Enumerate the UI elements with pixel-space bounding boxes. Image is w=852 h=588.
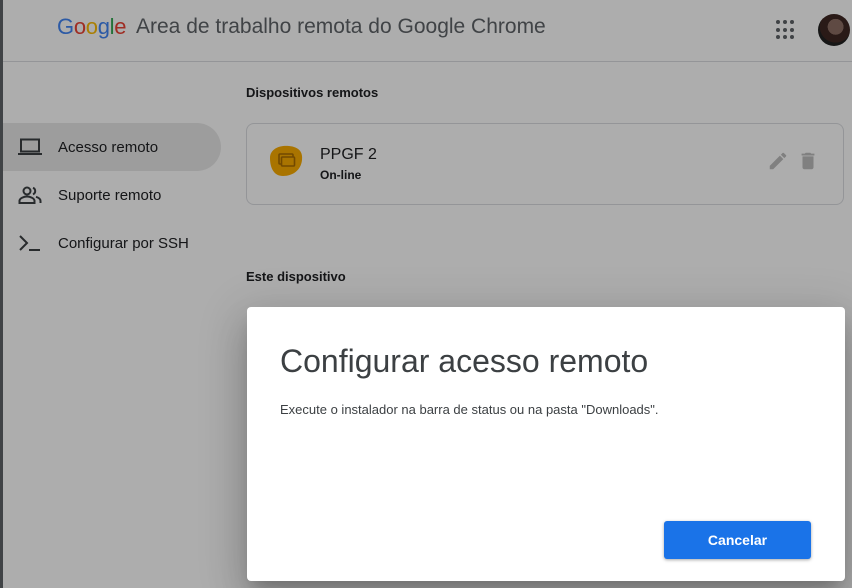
cancel-button[interactable]: Cancelar (664, 521, 811, 559)
dialog-message: Execute o instalador na barra de status … (280, 402, 659, 417)
setup-dialog: Configurar acesso remoto Execute o insta… (247, 307, 845, 581)
dialog-title: Configurar acesso remoto (280, 343, 649, 379)
